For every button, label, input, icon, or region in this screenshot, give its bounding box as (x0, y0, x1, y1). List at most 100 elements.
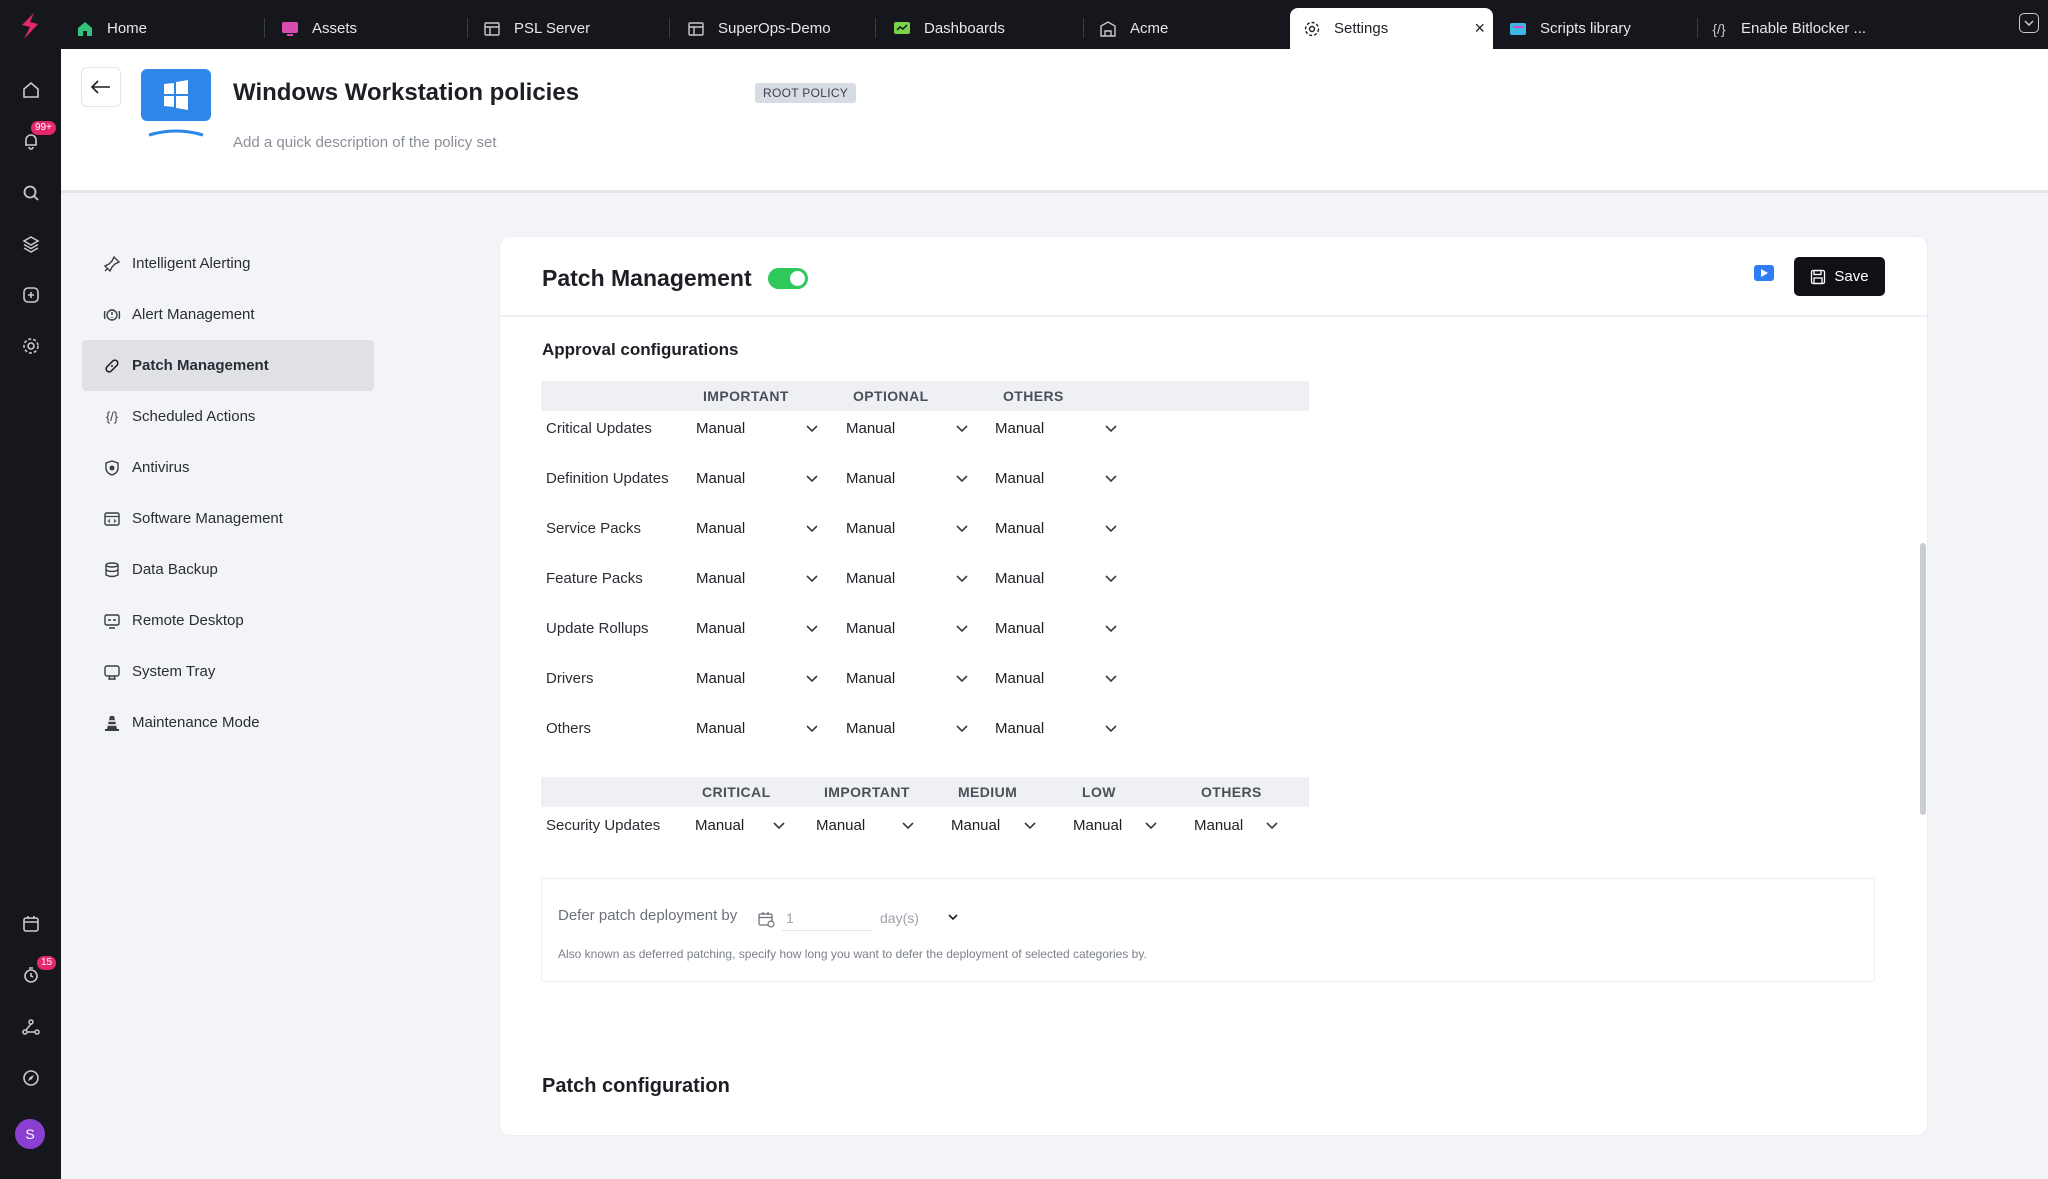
approval-select[interactable]: Manual (995, 670, 1044, 687)
approval-select[interactable]: Manual (846, 720, 895, 737)
approval-select[interactable]: Manual (995, 470, 1044, 487)
chevron-down-icon[interactable] (1103, 471, 1119, 487)
tab-enable-bitlocker[interactable]: {/} Enable Bitlocker ... (1709, 8, 1866, 49)
chevron-down-icon[interactable] (1103, 421, 1119, 437)
chevron-down-icon[interactable] (954, 521, 970, 537)
tab-superops-demo[interactable]: SuperOps-Demo (686, 8, 831, 49)
avatar[interactable]: S (15, 1119, 45, 1149)
chevron-down-icon[interactable] (900, 818, 916, 834)
approval-select[interactable]: Manual (846, 570, 895, 587)
sidebar-item-maintenance-mode[interactable]: Maintenance Mode (82, 697, 374, 748)
patch-management-toggle[interactable] (768, 268, 808, 289)
patch-management-card: Patch Management Save Approval configura… (500, 237, 1927, 1135)
building-icon (1098, 19, 1118, 39)
sidebar-item-intelligent-alerting[interactable]: Intelligent Alerting (82, 238, 374, 289)
sidebar-item-remote-desktop[interactable]: Remote Desktop (82, 595, 374, 646)
defer-unit-select[interactable]: day(s) (876, 905, 966, 931)
approval-select[interactable]: Manual (696, 720, 745, 737)
row-label: Others (546, 720, 592, 737)
chevron-down-icon[interactable] (1103, 721, 1119, 737)
layers-icon[interactable] (18, 231, 44, 257)
scrollbar[interactable] (1920, 543, 1926, 815)
approval-select[interactable]: Manual (696, 520, 745, 537)
approval-select[interactable]: Manual (995, 570, 1044, 587)
save-button[interactable]: Save (1794, 257, 1885, 296)
sidebar-item-software-management[interactable]: Software Management (82, 493, 374, 544)
tab-assets[interactable]: Assets (280, 8, 357, 49)
approval-select[interactable]: Manual (696, 670, 745, 687)
chevron-down-icon[interactable] (954, 571, 970, 587)
home-icon[interactable] (18, 77, 44, 103)
chevron-down-icon[interactable] (804, 471, 820, 487)
tab-label: PSL Server (514, 20, 591, 37)
sidebar-item-scheduled-actions[interactable]: {/} Scheduled Actions (82, 391, 374, 442)
close-icon[interactable]: × (1474, 18, 1485, 39)
chevron-down-icon[interactable] (1103, 621, 1119, 637)
security-select[interactable]: Manual (695, 817, 744, 834)
chevron-down-icon[interactable] (804, 721, 820, 737)
chevron-down-icon[interactable] (1264, 818, 1280, 834)
add-icon[interactable] (18, 282, 44, 308)
sidebar-item-patch-management[interactable]: Patch Management (82, 340, 374, 391)
search-icon[interactable] (18, 180, 44, 206)
chevron-down-icon[interactable] (804, 621, 820, 637)
description-field[interactable]: Add a quick description of the policy se… (233, 134, 496, 151)
superops-logo-icon[interactable] (14, 10, 46, 42)
chevron-down-icon[interactable] (1143, 818, 1159, 834)
security-select[interactable]: Manual (1073, 817, 1122, 834)
tab-acme[interactable]: Acme (1098, 8, 1168, 49)
calendar-icon[interactable] (18, 911, 44, 937)
tab-home[interactable]: Home (75, 8, 147, 49)
approval-select[interactable]: Manual (846, 520, 895, 537)
approval-select[interactable]: Manual (696, 420, 745, 437)
chevron-down-icon[interactable] (1103, 671, 1119, 687)
tab-settings[interactable]: Settings × (1290, 8, 1493, 49)
chevron-down-icon[interactable] (804, 571, 820, 587)
sidebar-item-alert-management[interactable]: Alert Management (82, 289, 374, 340)
sidebar-item-data-backup[interactable]: Data Backup (82, 544, 374, 595)
chevron-down-icon[interactable] (1103, 571, 1119, 587)
chevron-down-icon[interactable] (2019, 13, 2039, 33)
approval-select[interactable]: Manual (846, 470, 895, 487)
chevron-down-icon[interactable] (1022, 818, 1038, 834)
chevron-down-icon[interactable] (954, 471, 970, 487)
compass-icon[interactable] (18, 1065, 44, 1091)
chevron-down-icon[interactable] (954, 421, 970, 437)
chevron-down-icon[interactable] (804, 521, 820, 537)
chevron-down-icon[interactable] (954, 621, 970, 637)
gear-icon[interactable] (18, 333, 44, 359)
approval-select[interactable]: Manual (696, 470, 745, 487)
security-select[interactable]: Manual (1194, 817, 1243, 834)
sidebar-item-antivirus[interactable]: Antivirus (82, 442, 374, 493)
chevron-down-icon[interactable] (1103, 521, 1119, 537)
defer-days-input[interactable] (782, 905, 872, 931)
approval-select[interactable]: Manual (995, 420, 1044, 437)
tab-scripts-library[interactable]: Scripts library (1508, 8, 1631, 49)
approval-select[interactable]: Manual (846, 420, 895, 437)
approval-select[interactable]: Manual (846, 670, 895, 687)
column-header: IMPORTANT (824, 784, 910, 800)
back-button[interactable] (81, 67, 121, 107)
approval-select[interactable]: Manual (995, 520, 1044, 537)
chevron-down-icon[interactable] (804, 421, 820, 437)
approval-select[interactable]: Manual (696, 620, 745, 637)
chevron-down-icon[interactable] (804, 671, 820, 687)
approval-select[interactable]: Manual (995, 720, 1044, 737)
network-icon[interactable] (18, 1014, 44, 1040)
video-icon[interactable] (1754, 265, 1774, 281)
approval-select[interactable]: Manual (696, 570, 745, 587)
security-select[interactable]: Manual (816, 817, 865, 834)
tab-bar: Home Assets PSL Server SuperOps-Demo Das… (61, 0, 2048, 49)
chevron-down-icon[interactable] (954, 721, 970, 737)
tab-dashboards[interactable]: Dashboards (892, 8, 1005, 49)
page-title: Windows Workstation policies (233, 79, 580, 106)
tab-psl-server[interactable]: PSL Server (482, 8, 590, 49)
approval-select[interactable]: Manual (846, 620, 895, 637)
security-select[interactable]: Manual (951, 817, 1000, 834)
chevron-down-icon[interactable] (771, 818, 787, 834)
sidebar-item-system-tray[interactable]: System Tray (82, 646, 374, 697)
save-label: Save (1834, 268, 1869, 285)
approval-select[interactable]: Manual (995, 620, 1044, 637)
chevron-down-icon[interactable] (954, 671, 970, 687)
database-icon (102, 560, 122, 580)
